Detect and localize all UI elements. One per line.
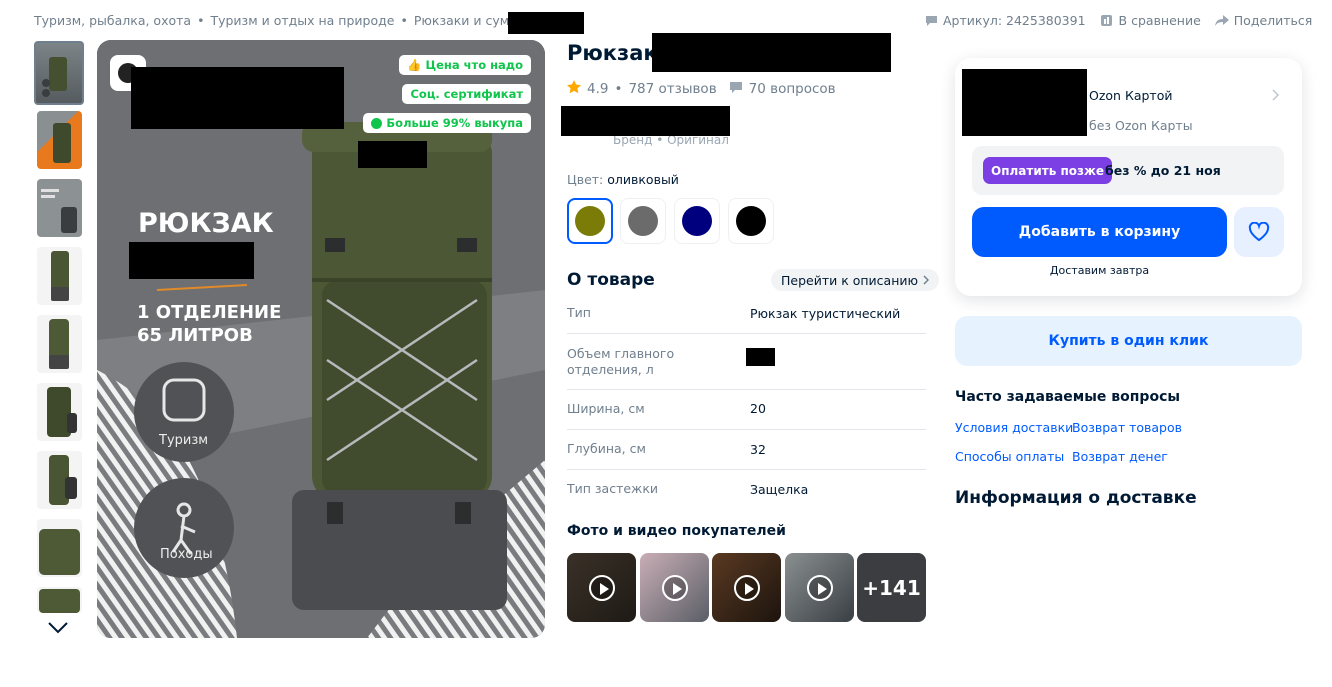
article-number[interactable]: Артикул: 2425380391 bbox=[924, 13, 1086, 28]
backpack-icon bbox=[39, 529, 80, 575]
backpack-icon bbox=[51, 251, 69, 301]
spec-row: Тип Рюкзак туристический bbox=[567, 304, 926, 334]
color-value: оливковый bbox=[607, 172, 679, 187]
thumbnail-2[interactable] bbox=[37, 111, 82, 169]
breadcrumb-item[interactable]: Туризм и отдых на природе bbox=[210, 13, 394, 28]
delivery-info-title: Информация о доставке bbox=[955, 488, 1197, 508]
buy-one-click-button[interactable]: Купить в один клик bbox=[955, 316, 1302, 366]
hero-headline: РЮКЗАК bbox=[138, 208, 274, 239]
chevron-right-icon bbox=[923, 273, 930, 288]
rating-value: 4.9 bbox=[587, 81, 609, 97]
thumbs-up-icon: 👍 bbox=[407, 58, 422, 72]
redacted-title bbox=[652, 33, 891, 72]
spec-row: Тип застежки Защелка bbox=[567, 481, 809, 497]
redacted-price bbox=[962, 69, 1087, 136]
badge-buyout: Больше 99% выкупа bbox=[363, 113, 531, 133]
redacted-image-model bbox=[129, 242, 254, 279]
hero-icon-label-hiking: Походы bbox=[160, 547, 213, 562]
swatch-dot bbox=[682, 206, 712, 236]
spec-row: Глубина, см 32 bbox=[567, 440, 926, 470]
thumbnail-1[interactable] bbox=[34, 41, 84, 105]
backpack-icon bbox=[53, 123, 71, 163]
redacted-image-text bbox=[131, 67, 344, 129]
thumbnail-7[interactable] bbox=[37, 451, 82, 509]
question-icon bbox=[729, 81, 743, 98]
chevron-down-icon[interactable] bbox=[47, 620, 69, 639]
thumbnail-4[interactable] bbox=[37, 247, 82, 305]
product-title: Рюкзак bbox=[567, 41, 658, 65]
redacted-volume bbox=[746, 348, 775, 366]
thumbnail-8[interactable] bbox=[37, 519, 82, 577]
compare-button[interactable]: В сравнение bbox=[1100, 13, 1201, 28]
share-button[interactable]: Поделиться bbox=[1214, 13, 1312, 28]
customer-video[interactable] bbox=[640, 553, 709, 622]
badge-good-price: 👍 Цена что надо bbox=[399, 55, 531, 75]
thumbnail-6[interactable] bbox=[37, 383, 82, 441]
compare-icon bbox=[1100, 14, 1114, 28]
redacted-brand bbox=[561, 106, 730, 136]
share-icon bbox=[1214, 14, 1229, 28]
color-label: Цвет: оливковый bbox=[567, 172, 679, 187]
backpack-icon bbox=[41, 189, 77, 233]
play-icon bbox=[806, 574, 833, 601]
pay-later-terms: без % до 21 ноя bbox=[1105, 163, 1221, 178]
breadcrumb: Туризм, рыбалка, охота • Туризм и отдых на… bbox=[34, 13, 538, 28]
faq-link-refunds[interactable]: Возврат денег bbox=[1072, 449, 1168, 464]
rating-row: 4.9 • 787 отзывов 70 вопросов bbox=[567, 80, 836, 98]
questions-link[interactable]: 70 вопросов bbox=[749, 81, 836, 97]
add-to-cart-button[interactable]: Добавить в корзину bbox=[972, 207, 1227, 257]
color-swatch-gray[interactable] bbox=[620, 198, 666, 244]
customer-photos-title: Фото и видео покупателей bbox=[567, 523, 786, 539]
faq-link-delivery-terms[interactable]: Условия доставки bbox=[955, 420, 1073, 435]
thumbnail-9[interactable] bbox=[37, 587, 82, 613]
favorite-button[interactable] bbox=[1234, 207, 1284, 257]
pay-later-button[interactable]: Оплатить позже bbox=[983, 157, 1113, 184]
top-actions: Артикул: 2425380391 В сравнение Поделить… bbox=[924, 13, 1312, 28]
hero-icon-label-tourism: Туризм bbox=[159, 433, 209, 448]
check-circle-icon bbox=[371, 117, 383, 129]
price-without-card-label: без Ozon Карты bbox=[1089, 118, 1193, 133]
reviews-link[interactable]: 787 отзывов bbox=[628, 81, 716, 97]
backpack-icon bbox=[49, 455, 77, 505]
price-ozon-card-label: Ozon Картой bbox=[1089, 88, 1173, 103]
color-swatch-navy[interactable] bbox=[674, 198, 720, 244]
more-photos-button[interactable]: +141 bbox=[857, 553, 926, 622]
product-main-image[interactable]: РЮКЗАК 1 ОТДЕЛЕНИЕ 65 ЛИТРОВ Туризм Похо… bbox=[97, 40, 545, 638]
faq-title: Часто задаваемые вопросы bbox=[955, 389, 1181, 405]
faq-link-returns[interactable]: Возврат товаров bbox=[1072, 420, 1182, 435]
customer-video[interactable] bbox=[785, 553, 854, 622]
heart-icon bbox=[1248, 222, 1270, 242]
chat-icon bbox=[924, 14, 938, 28]
delivery-note: Доставим завтра bbox=[1049, 264, 1150, 277]
backpack-icon bbox=[39, 589, 80, 613]
customer-video[interactable] bbox=[712, 553, 781, 622]
play-icon bbox=[733, 574, 760, 601]
swatch-dot bbox=[628, 206, 658, 236]
breadcrumb-item[interactable]: Туризм, рыбалка, охота bbox=[34, 13, 191, 28]
play-icon bbox=[588, 574, 615, 601]
hero-capacity: 1 ОТДЕЛЕНИЕ 65 ЛИТРОВ bbox=[137, 302, 282, 346]
swatch-dot bbox=[575, 206, 605, 236]
thumbnail-3[interactable] bbox=[37, 179, 82, 237]
faq-link-payment-methods[interactable]: Способы оплаты bbox=[955, 449, 1064, 464]
badge-social-certificate: Соц. сертификат bbox=[402, 84, 531, 104]
chevron-right-icon[interactable] bbox=[1272, 86, 1280, 105]
backpack-icon bbox=[49, 319, 69, 369]
backpack-icon bbox=[47, 387, 77, 437]
redacted-breadcrumb bbox=[508, 12, 584, 34]
about-product-title: О товаре bbox=[567, 270, 655, 290]
star-icon bbox=[567, 80, 581, 98]
customer-video[interactable] bbox=[567, 553, 636, 622]
color-swatch-olive[interactable] bbox=[567, 198, 613, 244]
redacted-image-logo bbox=[358, 141, 427, 168]
thumbnail-5[interactable] bbox=[37, 315, 82, 373]
swatch-dot bbox=[736, 206, 766, 236]
go-to-description-button[interactable]: Перейти к описанию bbox=[771, 269, 940, 291]
spec-row: Ширина, см 20 bbox=[567, 400, 926, 430]
play-icon bbox=[661, 574, 688, 601]
color-swatch-black[interactable] bbox=[728, 198, 774, 244]
backpack-icon bbox=[42, 57, 67, 97]
